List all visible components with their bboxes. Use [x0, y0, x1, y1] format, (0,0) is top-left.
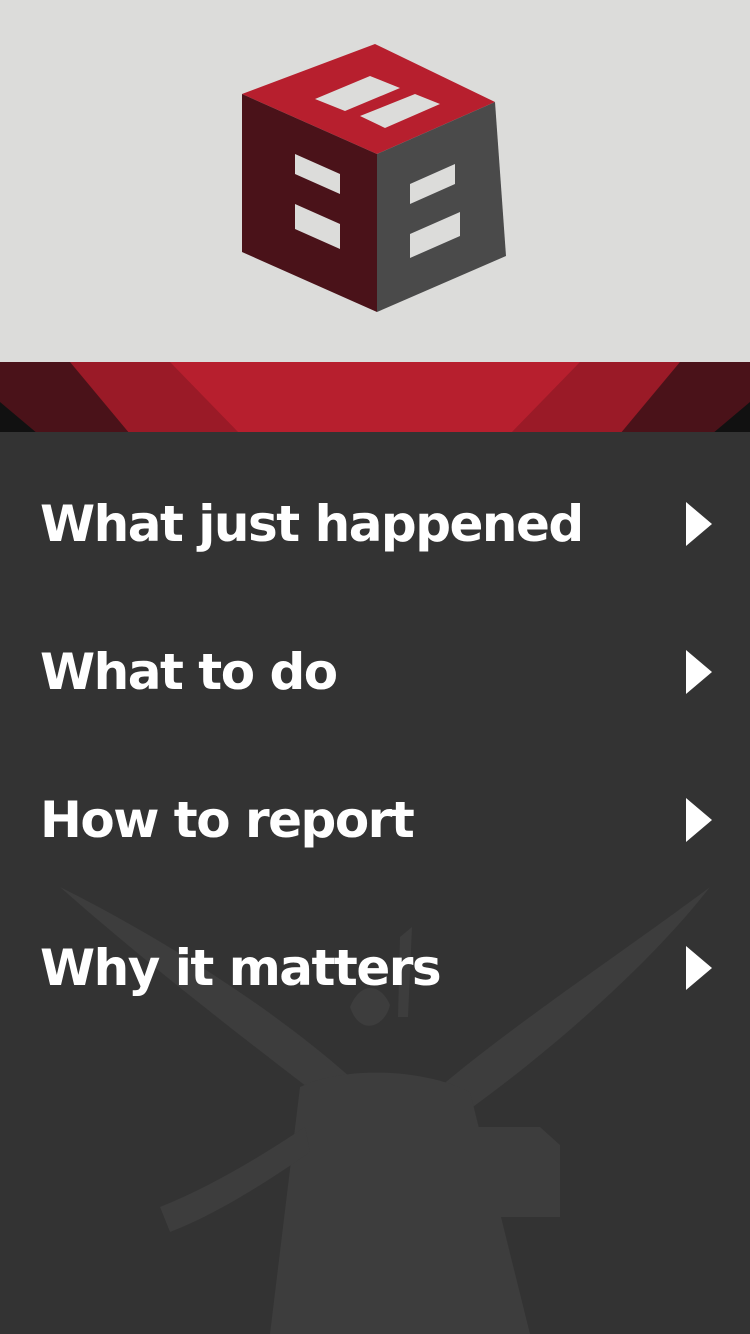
menu-list: What just happened What to do How to rep… [0, 450, 750, 1042]
menu-item-label: What just happened [40, 495, 584, 553]
menu-item-label: What to do [40, 643, 338, 701]
chevron-right-icon [686, 946, 712, 990]
header [0, 0, 750, 364]
menu-item-what-to-do[interactable]: What to do [0, 598, 750, 746]
menu-item-label: How to report [40, 791, 415, 849]
chevron-right-icon [686, 502, 712, 546]
bbb-logo [242, 44, 506, 312]
menu-item-why-it-matters[interactable]: Why it matters [0, 894, 750, 1042]
chevron-right-icon [686, 650, 712, 694]
menu-item-label: Why it matters [40, 939, 442, 997]
menu-item-what-just-happened[interactable]: What just happened [0, 450, 750, 598]
menu-item-how-to-report[interactable]: How to report [0, 746, 750, 894]
app-screen: What just happened What to do How to rep… [0, 0, 750, 1334]
header-banner [0, 362, 750, 434]
menu-panel: What just happened What to do How to rep… [0, 432, 750, 1334]
chevron-right-icon [686, 798, 712, 842]
